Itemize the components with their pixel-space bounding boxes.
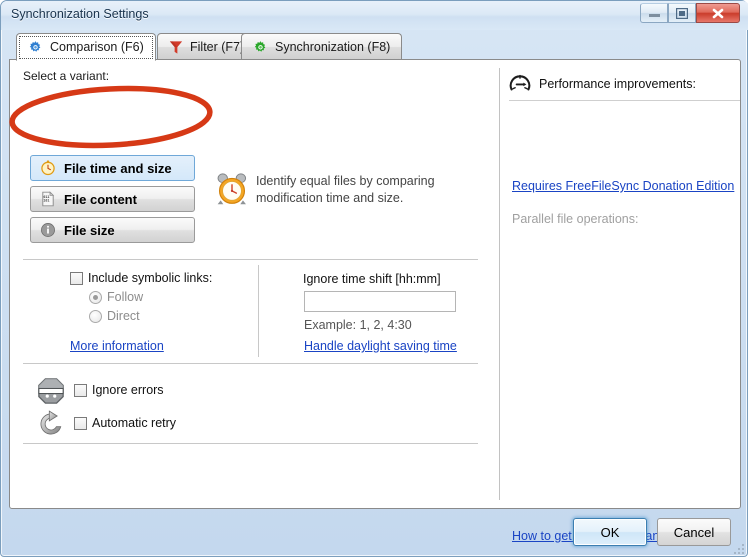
donation-edition-link[interactable]: Requires FreeFileSync Donation Edition bbox=[512, 179, 734, 193]
automatic-retry-checkbox[interactable]: Automatic retry bbox=[74, 416, 176, 430]
comparison-tab-page: Select a variant: File time and size 011… bbox=[9, 59, 741, 543]
radio-direct[interactable]: Direct bbox=[89, 309, 212, 323]
automatic-retry-label: Automatic retry bbox=[92, 416, 177, 430]
checkbox-box bbox=[70, 271, 83, 285]
speedometer-icon bbox=[509, 73, 531, 95]
variant-file-content[interactable]: 011 101 File content bbox=[30, 186, 195, 212]
variant-2-label: File size bbox=[64, 222, 115, 238]
window-title: Synchronization Settings bbox=[11, 7, 149, 21]
checkbox-box bbox=[74, 383, 87, 397]
daylight-saving-link[interactable]: Handle daylight saving time bbox=[304, 339, 457, 353]
minimize-button[interactable] bbox=[640, 3, 668, 23]
variant-0-label: File time and size bbox=[64, 160, 172, 176]
red-funnel-icon bbox=[169, 40, 183, 55]
ignore-errors-label: Ignore errors bbox=[92, 383, 164, 397]
select-variant-label: Select a variant: bbox=[23, 69, 110, 83]
time-shift-example: Example: 1, 2, 4:30 bbox=[304, 318, 412, 332]
include-symbolic-links-checkbox[interactable]: Include symbolic links: bbox=[70, 271, 212, 285]
maximize-icon bbox=[676, 8, 688, 19]
clock-icon bbox=[40, 160, 56, 176]
info-circle-icon bbox=[40, 222, 56, 238]
radio-direct-label: Direct bbox=[107, 309, 140, 323]
divider-2 bbox=[23, 363, 478, 364]
comparison-left-panel: Select a variant: File time and size 011… bbox=[10, 60, 490, 508]
cancel-button[interactable]: Cancel bbox=[657, 518, 731, 546]
divider-1 bbox=[23, 259, 478, 260]
ignore-errors-icon bbox=[36, 377, 66, 405]
dialog-button-bar: OK Cancel bbox=[1, 509, 748, 558]
parallel-operations-label: Parallel file operations: bbox=[512, 212, 639, 226]
ignore-time-shift-label: Ignore time shift [hh:mm] bbox=[303, 272, 441, 286]
close-icon bbox=[712, 8, 724, 19]
title-bar: Synchronization Settings bbox=[1, 1, 748, 30]
green-gear-icon bbox=[253, 40, 268, 55]
retry-icon bbox=[36, 410, 66, 438]
tab-comparison[interactable]: Comparison (F6) bbox=[16, 33, 156, 61]
dialog-window: Synchronization Settings Comparison (F6)… bbox=[0, 0, 748, 557]
checkbox-box bbox=[74, 416, 87, 430]
more-information-link[interactable]: More information bbox=[70, 339, 164, 353]
dialog-client-area: Comparison (F6) Filter (F7) Synchronizat… bbox=[9, 33, 741, 543]
tab-strip: Comparison (F6) Filter (F7) Synchronizat… bbox=[9, 33, 741, 61]
divider-3 bbox=[23, 443, 478, 444]
radio-follow[interactable]: Follow bbox=[89, 290, 212, 304]
variant-file-time-and-size[interactable]: File time and size bbox=[30, 155, 195, 181]
maximize-button[interactable] bbox=[668, 3, 696, 23]
radio-follow-label: Follow bbox=[107, 290, 144, 304]
binary-document-icon: 011 101 bbox=[40, 191, 56, 207]
svg-text:101: 101 bbox=[43, 199, 49, 203]
alarm-clock-icon bbox=[215, 172, 249, 209]
tab-comparison-label: Comparison (F6) bbox=[50, 40, 144, 54]
performance-header: Performance improvements: bbox=[509, 68, 740, 101]
performance-panel: Performance improvements: Requires FreeF… bbox=[491, 60, 740, 543]
panel-divider bbox=[499, 68, 500, 500]
symbolic-links-group: Include symbolic links: Follow Direct bbox=[70, 271, 212, 323]
radio-follow-dot bbox=[89, 290, 102, 304]
variant-description: Identify equal files by comparing modifi… bbox=[256, 174, 435, 205]
variant-1-label: File content bbox=[64, 191, 137, 207]
performance-title: Performance improvements: bbox=[539, 77, 697, 91]
include-symbolic-links-label: Include symbolic links: bbox=[88, 271, 213, 285]
radio-direct-dot bbox=[89, 309, 102, 323]
tab-synchronization-label: Synchronization (F8) bbox=[275, 40, 391, 54]
automatic-retry-row: Automatic retry bbox=[36, 410, 176, 438]
tab-synchronization[interactable]: Synchronization (F8) bbox=[241, 33, 403, 60]
ignore-errors-checkbox[interactable]: Ignore errors bbox=[74, 383, 164, 397]
variant-file-size[interactable]: File size bbox=[30, 217, 195, 243]
ok-button[interactable]: OK bbox=[573, 518, 647, 546]
ignore-time-shift-input[interactable] bbox=[304, 291, 456, 312]
blue-gear-icon bbox=[28, 40, 43, 55]
tab-filter-label: Filter (F7) bbox=[190, 40, 245, 54]
minimize-icon bbox=[648, 14, 660, 17]
ignore-errors-row: Ignore errors bbox=[36, 377, 164, 405]
resize-grip[interactable] bbox=[733, 543, 745, 555]
close-button[interactable] bbox=[696, 3, 740, 23]
divider-vertical bbox=[258, 265, 259, 357]
